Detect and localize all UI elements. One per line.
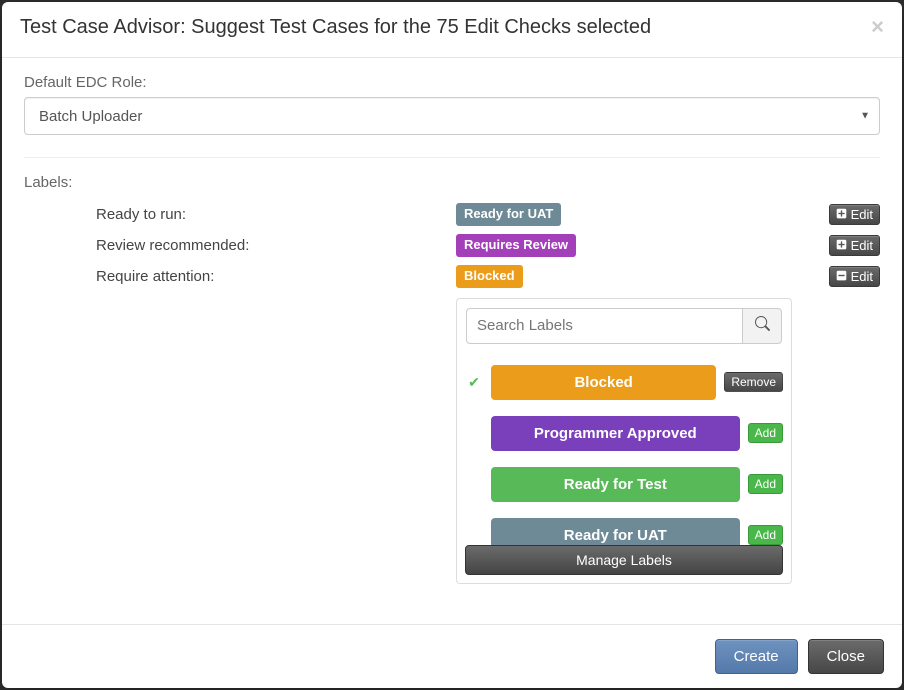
- edit-label-button[interactable]: Edit: [829, 204, 880, 225]
- close-button[interactable]: Close: [808, 639, 884, 674]
- label-row: Review recommended:Requires Review Edit: [96, 230, 880, 261]
- labels-panel: ✔BlockedRemoveProgrammer ApprovedAddRead…: [456, 298, 792, 584]
- label-option-pill[interactable]: Programmer Approved: [491, 416, 740, 451]
- modal-body: Default EDC Role: Batch Uploader ▼ Label…: [2, 58, 902, 624]
- status-badge: Blocked: [456, 265, 523, 288]
- label-row: Require attention:Blocked Edit: [96, 261, 880, 292]
- minus-square-icon: [836, 269, 847, 284]
- edc-role-select[interactable]: Batch Uploader: [24, 97, 880, 135]
- edit-label-button[interactable]: Edit: [829, 266, 880, 287]
- label-row: Ready to run:Ready for UAT Edit: [96, 199, 880, 230]
- label-option-pill[interactable]: Ready for Test: [491, 467, 740, 502]
- label-row-badge-wrap: Blocked: [456, 265, 523, 288]
- modal-header: Test Case Advisor: Suggest Test Cases fo…: [2, 2, 902, 58]
- add-label-button[interactable]: Add: [748, 525, 783, 545]
- label-option-pill[interactable]: Blocked: [491, 365, 716, 400]
- status-badge: Requires Review: [456, 234, 576, 257]
- edc-role-select-wrap: Batch Uploader ▼: [24, 97, 880, 135]
- modal-footer: Create Close: [2, 624, 902, 688]
- modal-dialog: Test Case Advisor: Suggest Test Cases fo…: [2, 2, 902, 688]
- label-row-caption: Require attention:: [96, 268, 456, 285]
- label-row-caption: Review recommended:: [96, 237, 456, 254]
- label-option-row: Programmer Approved Add: [465, 408, 783, 459]
- label-option-pill[interactable]: Ready for UAT: [491, 518, 740, 545]
- add-label-button[interactable]: Add: [748, 474, 783, 494]
- add-label-button[interactable]: Add: [748, 423, 783, 443]
- status-badge: Ready for UAT: [456, 203, 561, 226]
- plus-square-icon: [836, 207, 847, 222]
- plus-square-icon: [836, 238, 847, 253]
- remove-label-button[interactable]: Remove: [724, 372, 783, 392]
- edit-label-text: Edit: [851, 238, 873, 253]
- edit-label-button[interactable]: Edit: [829, 235, 880, 256]
- check-icon: ✔: [465, 374, 483, 391]
- labels-heading: Labels:: [24, 174, 880, 191]
- label-row-caption: Ready to run:: [96, 206, 456, 223]
- divider: [24, 157, 880, 158]
- label-rows: Ready to run:Ready for UATEditReview rec…: [24, 199, 880, 292]
- edit-label-text: Edit: [851, 269, 873, 284]
- close-icon[interactable]: ×: [871, 16, 884, 38]
- label-option-row: Ready for Test Add: [465, 459, 783, 510]
- edit-label-text: Edit: [851, 207, 873, 222]
- search-icon: [755, 316, 770, 336]
- manage-labels-button[interactable]: Manage Labels: [465, 545, 783, 575]
- modal-title: Test Case Advisor: Suggest Test Cases fo…: [20, 16, 651, 39]
- label-search-button[interactable]: [742, 308, 782, 344]
- label-row-badge-wrap: Ready for UAT: [456, 203, 561, 226]
- label-search-input[interactable]: [466, 308, 742, 344]
- label-search-bar: [457, 299, 791, 353]
- label-options-list[interactable]: ✔BlockedRemoveProgrammer ApprovedAddRead…: [457, 353, 791, 545]
- label-option-row: ✔ Blocked Remove: [465, 357, 783, 408]
- create-button[interactable]: Create: [715, 639, 798, 674]
- edc-role-label: Default EDC Role:: [24, 74, 880, 91]
- label-option-row: Ready for UAT Add: [465, 510, 783, 545]
- label-row-badge-wrap: Requires Review: [456, 234, 576, 257]
